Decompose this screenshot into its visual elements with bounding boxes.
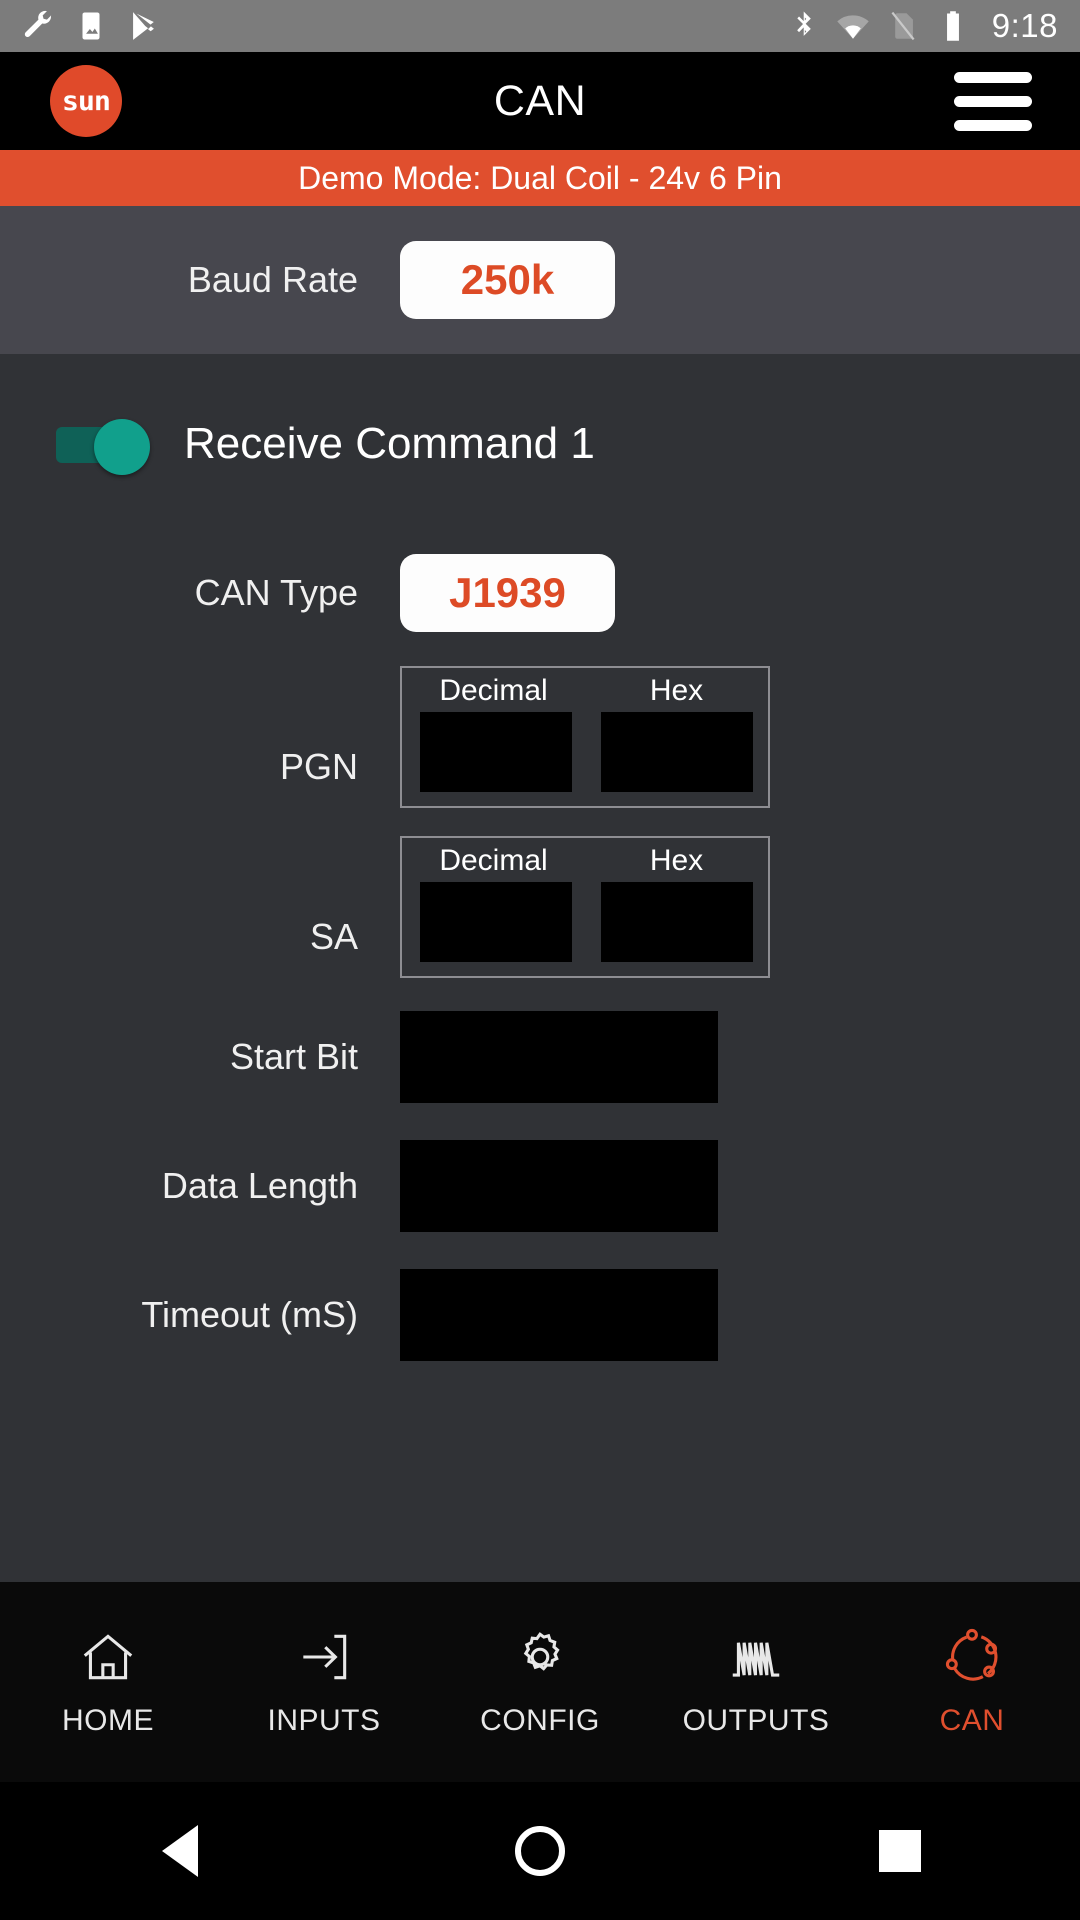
demo-mode-text: Demo Mode: Dual Coil - 24v 6 Pin [298, 159, 782, 196]
hamburger-bar [954, 119, 1032, 131]
data-length-row: Data Length [0, 1121, 1080, 1250]
hamburger-bar [954, 71, 1032, 83]
pgn-decimal-input[interactable] [419, 712, 572, 792]
sun-logo-text: sun [61, 85, 111, 117]
battery-icon [946, 11, 959, 41]
can-type-select[interactable]: J1939 [400, 554, 615, 632]
tab-home[interactable]: HOME [0, 1626, 216, 1738]
home-icon [83, 1634, 133, 1680]
data-length-input[interactable] [400, 1139, 718, 1232]
tab-can[interactable]: CAN [864, 1626, 1080, 1738]
arrow-into-box-icon [303, 1634, 347, 1680]
timeout-label: Timeout (mS) [141, 1293, 358, 1335]
can-type-value: J1939 [449, 569, 566, 616]
baud-rate-value: 250k [460, 256, 555, 303]
recents-square-icon [879, 1830, 921, 1872]
wifi-icon [837, 15, 869, 39]
timeout-input[interactable] [400, 1268, 718, 1361]
data-length-label: Data Length [161, 1164, 358, 1206]
system-recents-button[interactable] [720, 1830, 1080, 1872]
sa-hex-input[interactable] [600, 882, 753, 962]
timeout-row: Timeout (mS) [0, 1250, 1080, 1379]
bottom-tab-bar: HOME INPUTS CONFIG OUTPUTS CAN [0, 1582, 1080, 1782]
status-bar-notification-icons [22, 9, 160, 43]
can-type-label: CAN Type [194, 572, 358, 613]
receive-command-toggle[interactable] [56, 419, 150, 475]
start-bit-row: Start Bit [0, 992, 1080, 1121]
status-bar-system-icons: 9:18 [786, 7, 1058, 45]
demo-mode-banner: Demo Mode: Dual Coil - 24v 6 Pin [0, 150, 1080, 206]
home-circle-icon [515, 1826, 565, 1876]
system-back-button[interactable] [0, 1825, 360, 1877]
page-title: CAN [493, 76, 587, 125]
pgn-hex-column: Hex [585, 668, 768, 806]
tab-outputs-label: OUTPUTS [682, 1704, 830, 1737]
pgn-hex-header: Hex [649, 674, 704, 707]
start-bit-input[interactable] [400, 1010, 718, 1103]
receive-command-section: Receive Command 1 CAN Type J1939 PGN Dec… [0, 354, 1080, 1379]
tab-home-label: HOME [62, 1704, 154, 1737]
system-home-button[interactable] [360, 1826, 720, 1876]
no-sim-icon [891, 11, 915, 41]
toggle-knob [94, 419, 150, 475]
tab-inputs-label: INPUTS [267, 1704, 381, 1737]
app-bar: sun CAN [0, 52, 1080, 150]
sa-decimal-column: Decimal [402, 838, 585, 976]
bluetooth-icon [796, 11, 811, 36]
start-bit-label: Start Bit [229, 1035, 358, 1077]
hamburger-menu-icon[interactable] [954, 71, 1032, 131]
sa-hex-column: Hex [585, 838, 768, 976]
sa-group: Decimal Hex [400, 836, 770, 978]
sun-logo: sun [50, 65, 122, 137]
pgn-row: PGN Decimal Hex [0, 652, 1080, 822]
tab-outputs[interactable]: OUTPUTS [648, 1626, 864, 1738]
image-icon [82, 12, 100, 40]
baud-rate-section: Baud Rate 250k [0, 206, 1080, 354]
can-type-row: CAN Type J1939 [0, 534, 1080, 652]
phone-screen: 9:18 sun CAN Demo Mode: Dual Coil - 24v … [0, 0, 1080, 1920]
tab-config[interactable]: CONFIG [432, 1626, 648, 1738]
pgn-decimal-column: Decimal [402, 668, 585, 806]
pgn-label: PGN [279, 746, 358, 787]
can-network-icon [945, 1628, 998, 1681]
tab-config-label: CONFIG [480, 1704, 600, 1737]
gear-icon [523, 1632, 560, 1671]
sa-label: SA [309, 916, 358, 957]
baud-rate-label: Baud Rate [187, 259, 358, 300]
sa-hex-header: Hex [649, 844, 704, 877]
play-store-icon [133, 12, 154, 40]
pgn-decimal-header: Decimal [439, 674, 548, 707]
wrench-icon [24, 10, 52, 38]
sa-decimal-header: Decimal [439, 844, 548, 877]
baud-rate-select[interactable]: 250k [400, 241, 615, 319]
tab-inputs[interactable]: INPUTS [216, 1626, 432, 1738]
receive-command-title: Receive Command 1 [184, 419, 595, 468]
sa-decimal-input[interactable] [419, 882, 572, 962]
status-bar-clock: 9:18 [991, 7, 1058, 44]
sa-row: SA Decimal Hex [0, 822, 1080, 992]
pgn-group: Decimal Hex [400, 666, 770, 808]
tab-can-label: CAN [939, 1704, 1005, 1737]
back-triangle-icon [162, 1825, 198, 1877]
android-status-bar: 9:18 [0, 0, 1080, 52]
android-system-nav [0, 1782, 1080, 1920]
receive-command-header: Receive Command 1 [0, 354, 1080, 534]
hamburger-bar [954, 95, 1032, 107]
waveform-icon [732, 1642, 780, 1677]
pgn-hex-input[interactable] [600, 712, 753, 792]
